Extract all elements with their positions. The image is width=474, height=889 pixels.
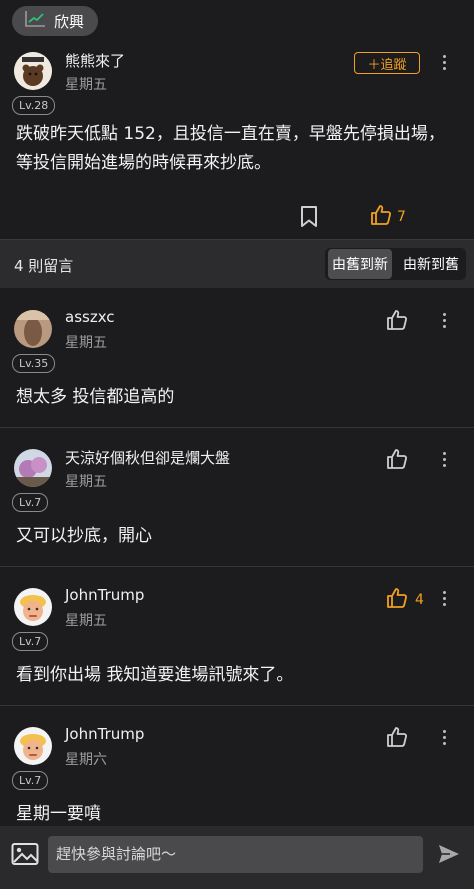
level-badge: Lv.7 — [12, 632, 49, 651]
comment-text: 看到你出場 我知道要進場訊號來了。 — [16, 665, 294, 685]
comment-like-button[interactable] — [385, 308, 415, 336]
sort-newest-first[interactable]: 由新到舊 — [399, 249, 463, 279]
thumb-up-icon — [385, 586, 409, 614]
sort-oldest-first[interactable]: 由舊到新 — [328, 249, 392, 279]
comment-date: 星期六 — [65, 752, 107, 768]
bookmark-icon[interactable] — [299, 205, 319, 233]
comment-item: Lv.35 asszxc 星期五 想太多 投信都追高的 — [0, 288, 474, 428]
comment-author[interactable]: 天涼好個秋但卻是爛大盤 — [65, 447, 230, 468]
comment-like-count: 4 — [415, 592, 424, 608]
more-vertical-icon[interactable] — [441, 55, 447, 70]
comment-like-button[interactable]: 4 — [385, 586, 424, 614]
comment-author[interactable]: asszxc — [65, 308, 115, 326]
comment-like-button[interactable] — [385, 447, 415, 475]
avatar[interactable] — [14, 310, 52, 348]
comment-author[interactable]: JohnTrump — [65, 725, 144, 743]
comment-date: 星期五 — [65, 613, 107, 629]
post-like-count: 7 — [397, 209, 406, 225]
avatar[interactable] — [14, 449, 52, 487]
follow-button[interactable]: ＋追蹤 — [354, 52, 420, 74]
avatar[interactable] — [14, 588, 52, 626]
comment-item: Lv.7 天涼好個秋但卻是爛大盤 星期五 又可以抄底，開心 — [0, 427, 474, 567]
level-badge: Lv.35 — [12, 354, 56, 373]
thumb-up-icon — [385, 308, 409, 336]
thumb-up-icon — [385, 447, 409, 475]
avatar[interactable] — [14, 727, 52, 765]
more-vertical-icon[interactable] — [441, 452, 447, 467]
image-icon[interactable] — [11, 842, 39, 870]
level-badge: Lv.28 — [12, 96, 56, 115]
comment-item: Lv.7 JohnTrump 星期五 4 看到你出場 我知道要進場訊號來了。 — [0, 566, 474, 706]
comment-author[interactable]: JohnTrump — [65, 586, 144, 604]
comment-composer: 趕快參與討論吧～ — [0, 826, 474, 889]
comments-sort-bar: 4 則留言 由舊到新 由新到舊 — [0, 239, 474, 288]
more-vertical-icon[interactable] — [441, 591, 447, 606]
comment-text: 又可以抄底，開心 — [16, 526, 152, 546]
sort-toggle: 由舊到新 由新到舊 — [325, 248, 466, 280]
comment-input[interactable]: 趕快參與討論吧～ — [48, 836, 423, 873]
comment-count: 4 則留言 — [14, 257, 74, 275]
level-badge: Lv.7 — [12, 493, 49, 512]
post-author[interactable]: 熊熊來了 — [65, 50, 125, 71]
send-icon[interactable] — [437, 842, 461, 870]
avatar[interactable] — [14, 52, 52, 90]
level-badge: Lv.7 — [12, 771, 49, 790]
more-vertical-icon[interactable] — [441, 313, 447, 328]
comment-text: 想太多 投信都追高的 — [16, 387, 175, 407]
thumb-up-icon — [369, 203, 393, 231]
comment-date: 星期五 — [65, 335, 107, 351]
thumb-up-icon — [385, 725, 409, 753]
main-post: Lv.28 熊熊來了 星期五 ＋追蹤 跌破昨天低點 152，且投信一直在賣，早盤… — [0, 0, 474, 227]
comment-date: 星期五 — [65, 474, 107, 490]
post-body: 跌破昨天低點 152，且投信一直在賣，早盤先停損出場，等投信開始進場的時候再來抄… — [16, 124, 445, 173]
more-vertical-icon[interactable] — [441, 730, 447, 745]
comment-like-button[interactable] — [385, 725, 415, 753]
comment-text: 星期一要噴 — [16, 804, 101, 824]
comment-item: Lv.7 JohnTrump 星期六 星期一要噴 — [0, 705, 474, 826]
post-like-button[interactable]: 7 — [369, 203, 406, 231]
post-date: 星期五 — [65, 77, 107, 93]
